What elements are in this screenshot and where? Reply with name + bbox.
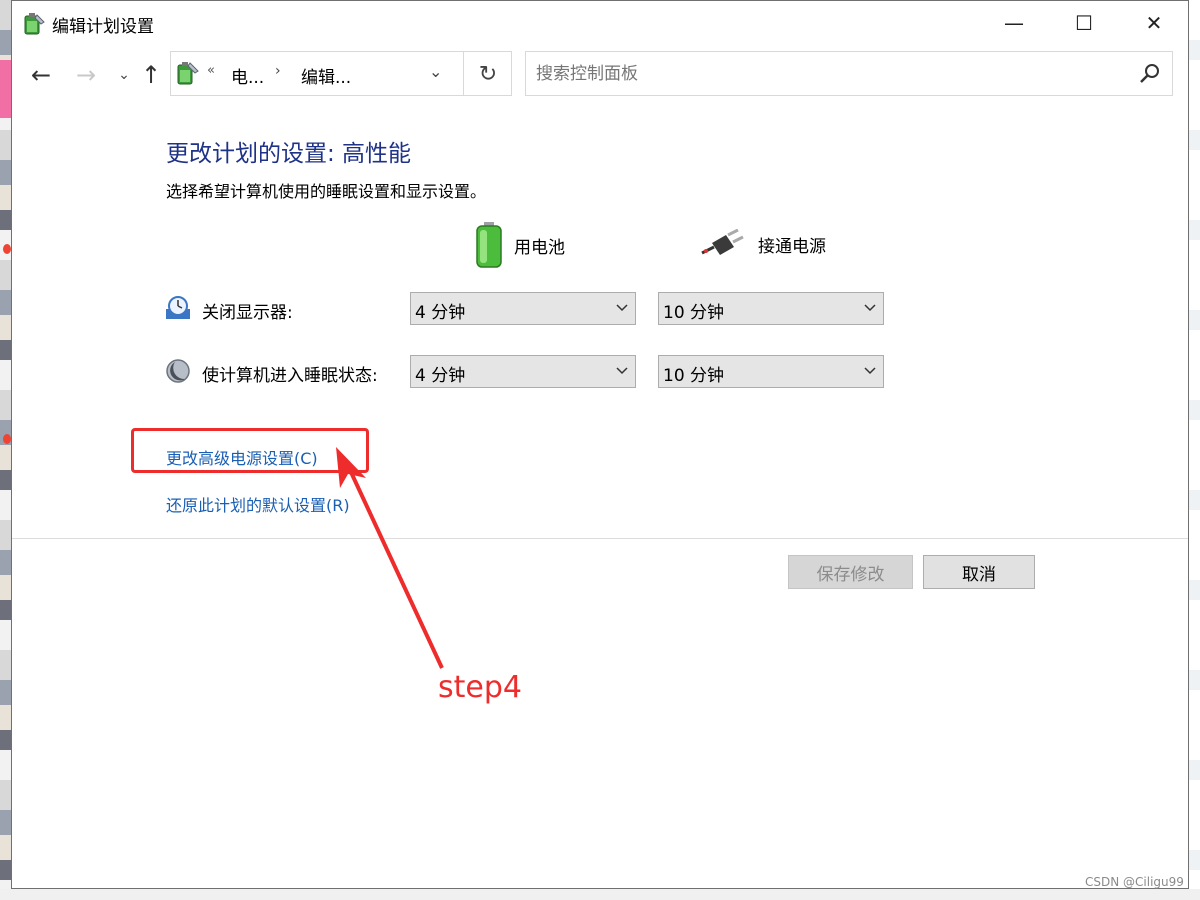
forward-button[interactable]: → bbox=[72, 61, 100, 89]
battery-column-header: 用电池 bbox=[474, 221, 565, 269]
search-box[interactable] bbox=[525, 51, 1173, 96]
separator-line bbox=[12, 538, 1188, 539]
plugged-in-column-label: 接通电源 bbox=[758, 236, 826, 257]
address-history-chevron-icon[interactable]: ⌄ bbox=[429, 62, 442, 81]
cancel-button[interactable]: 取消 bbox=[923, 555, 1035, 589]
select-value: 4 分钟 bbox=[415, 366, 466, 386]
page-subtitle: 选择希望计算机使用的睡眠设置和显示设置。 bbox=[166, 182, 487, 201]
plugged-in-column-header: 接通电源 bbox=[700, 229, 826, 259]
minimize-icon: — bbox=[1004, 11, 1024, 35]
turn-off-display-plugged-select[interactable]: 10 分钟 bbox=[658, 292, 884, 325]
address-bar[interactable]: « 电... › 编辑... ⌄ ↻ bbox=[170, 51, 512, 96]
chevron-down-icon: ⌄ bbox=[118, 67, 130, 83]
edit-plan-settings-window: 编辑计划设置 — ☐ ✕ ← → ⌄ ↑ « 电... › 编辑... ⌄ ↻ … bbox=[11, 0, 1189, 889]
address-overflow-button[interactable]: « bbox=[207, 63, 215, 78]
chevron-down-icon bbox=[864, 367, 876, 375]
power-plug-icon bbox=[701, 229, 744, 255]
select-value: 10 分钟 bbox=[663, 366, 725, 386]
chevron-down-icon bbox=[616, 304, 628, 312]
desktop-badge bbox=[3, 434, 11, 444]
desktop-badge bbox=[3, 244, 11, 254]
save-changes-button[interactable]: 保存修改 bbox=[788, 555, 913, 589]
address-divider bbox=[463, 52, 464, 95]
battery-icon bbox=[476, 222, 502, 268]
refresh-icon: ↻ bbox=[478, 61, 498, 87]
sleep-label: 使计算机进入睡眠状态: bbox=[202, 366, 378, 386]
watermark: CSDN @Ciligu99 bbox=[1085, 875, 1184, 889]
breadcrumb-edit-plan[interactable]: 编辑... bbox=[301, 63, 351, 88]
annotation-step-label: step4 bbox=[438, 670, 522, 705]
arrow-up-icon: ↑ bbox=[140, 61, 162, 89]
title-bar[interactable]: 编辑计划设置 — ☐ ✕ bbox=[12, 1, 1188, 45]
minimize-button[interactable]: — bbox=[979, 1, 1049, 45]
chevron-down-icon bbox=[616, 367, 628, 375]
refresh-button[interactable]: ↻ bbox=[471, 60, 505, 88]
arrow-left-icon: ← bbox=[30, 61, 52, 89]
up-button[interactable]: ↑ bbox=[137, 61, 165, 89]
back-button[interactable]: ← bbox=[27, 61, 55, 89]
page-title: 更改计划的设置: 高性能 bbox=[166, 141, 412, 167]
power-options-icon bbox=[177, 62, 199, 85]
select-value: 10 分钟 bbox=[663, 303, 725, 323]
turn-off-display-label: 关闭显示器: bbox=[202, 303, 293, 323]
desktop-background-bottom bbox=[0, 889, 1200, 900]
maximize-button[interactable]: ☐ bbox=[1049, 1, 1119, 45]
close-button[interactable]: ✕ bbox=[1119, 1, 1189, 45]
desktop-background-right bbox=[1189, 0, 1200, 900]
battery-column-label: 用电池 bbox=[514, 237, 565, 258]
arrow-right-icon: → bbox=[75, 61, 97, 89]
desktop-thumbnail bbox=[0, 60, 11, 118]
power-plan-app-icon bbox=[24, 13, 45, 35]
select-value: 4 分钟 bbox=[415, 303, 466, 323]
maximize-icon: ☐ bbox=[1075, 11, 1093, 35]
recent-locations-button[interactable]: ⌄ bbox=[110, 61, 138, 89]
restore-defaults-link[interactable]: 还原此计划的默认设置(R) bbox=[166, 492, 350, 516]
desktop-background-left bbox=[0, 0, 11, 900]
sleep-battery-select[interactable]: 4 分钟 bbox=[410, 355, 636, 388]
annotation-highlight-box bbox=[131, 428, 369, 473]
breadcrumb-separator-icon[interactable]: › bbox=[275, 63, 281, 79]
turn-off-display-battery-select[interactable]: 4 分钟 bbox=[410, 292, 636, 325]
display-clock-icon bbox=[166, 296, 190, 319]
sleep-moon-icon bbox=[166, 359, 190, 383]
search-input[interactable] bbox=[534, 58, 1128, 90]
breadcrumb-power-options[interactable]: 电... bbox=[231, 63, 264, 88]
window-title: 编辑计划设置 bbox=[52, 17, 154, 37]
chevron-down-icon bbox=[864, 304, 876, 312]
close-icon: ✕ bbox=[1145, 11, 1163, 35]
search-icon[interactable] bbox=[1138, 62, 1162, 86]
sleep-plugged-select[interactable]: 10 分钟 bbox=[658, 355, 884, 388]
